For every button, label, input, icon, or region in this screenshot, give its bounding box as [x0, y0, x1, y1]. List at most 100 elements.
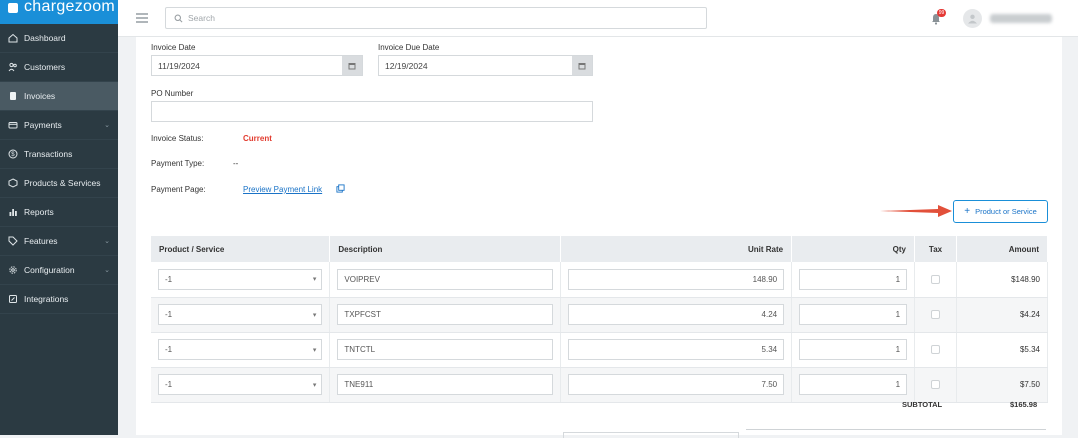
product-select-value: -1	[165, 345, 173, 354]
qty-input[interactable]: 1	[799, 374, 908, 395]
sidebar-item-label: Customers	[24, 62, 66, 72]
invoice-date-input[interactable]: 11/19/2024	[151, 55, 363, 76]
qty-input[interactable]: 1	[799, 268, 908, 290]
description-value: VOIPREV	[344, 274, 380, 284]
tax-checkbox[interactable]	[931, 345, 940, 354]
sidebar-item-label: Features	[24, 236, 58, 246]
description-input[interactable]: VOIPREV	[337, 268, 554, 290]
sidebar-item-integrations[interactable]: Integrations	[0, 285, 118, 314]
sidebar-item-products-services[interactable]: Products & Services	[0, 169, 118, 198]
sidebar-item-invoices[interactable]: Invoices	[0, 82, 118, 111]
search-icon	[174, 14, 183, 22]
product-select-value: -1	[165, 274, 173, 284]
qty-input[interactable]: 1	[799, 339, 908, 360]
description-input[interactable]: TNE911	[337, 374, 554, 395]
column-header-tax: Tax	[914, 236, 957, 262]
table-row: -1 VOIPREV 148.90 1 $148.90	[151, 262, 1048, 298]
preview-payment-link[interactable]: Preview Payment Link	[243, 185, 322, 194]
invoice-date-label: Invoice Date	[151, 43, 196, 52]
invoice-status-label: Invoice Status:	[151, 134, 204, 143]
chevron-down-icon: ⌄	[104, 238, 110, 245]
chart-icon	[8, 207, 18, 217]
due-date-value: 12/19/2024	[385, 60, 428, 71]
description-input[interactable]: TNTCTL	[337, 339, 554, 360]
sidebar-item-label: Payments	[24, 120, 62, 130]
subtotal-label: SUBTOTAL	[902, 400, 943, 409]
sidebar-item-label: Invoices	[24, 91, 56, 101]
product-select[interactable]: -1	[158, 268, 323, 290]
column-header-qty: Qty	[791, 236, 916, 262]
sidebar-item-customers[interactable]: Customers	[0, 53, 118, 82]
po-number-input[interactable]	[151, 101, 593, 122]
invoice-icon	[8, 91, 18, 101]
table-header-row: Product / Service Description Unit Rate …	[151, 236, 1048, 262]
copy-icon[interactable]	[336, 184, 345, 195]
po-number-label: PO Number	[151, 89, 194, 98]
users-icon	[8, 62, 18, 72]
menu-icon[interactable]	[136, 13, 148, 23]
card-icon	[8, 120, 18, 130]
amount-cell: $148.90	[956, 262, 1048, 298]
invoice-status-value: Current	[243, 134, 272, 143]
user-name-blurred[interactable]	[990, 14, 1052, 23]
red-arrow-annotation	[880, 205, 952, 217]
brand-logo[interactable]: chargezoom	[0, 0, 118, 24]
qty-input[interactable]: 1	[799, 304, 908, 325]
product-select[interactable]: -1	[158, 304, 323, 325]
gear-icon	[8, 265, 18, 275]
sidebar-item-label: Integrations	[24, 294, 69, 304]
amount-cell: $4.24	[956, 297, 1048, 333]
calendar-icon[interactable]	[572, 56, 592, 75]
divider	[746, 429, 1046, 430]
invoice-date-value: 11/19/2024	[158, 60, 200, 71]
subtotal-value: $165.98	[1010, 400, 1038, 409]
tax-checkbox[interactable]	[931, 274, 940, 284]
sidebar-item-payments[interactable]: Payments ⌄	[0, 111, 118, 140]
sidebar-item-dashboard[interactable]: Dashboard	[0, 24, 118, 53]
column-header-amount: Amount	[956, 236, 1048, 262]
calendar-icon[interactable]	[342, 56, 362, 75]
sidebar-item-label: Dashboard	[24, 33, 66, 43]
unit-rate-value: 7.50	[761, 380, 778, 389]
amount-cell: $7.50	[956, 367, 1048, 403]
product-select[interactable]: -1	[158, 339, 323, 360]
add-product-or-service-button[interactable]: + Product or Service	[953, 200, 1048, 223]
unit-rate-input[interactable]: 5.34	[568, 339, 785, 360]
product-select-value: -1	[165, 310, 173, 319]
sidebar-item-reports[interactable]: Reports	[0, 198, 118, 227]
plus-icon: +	[964, 206, 971, 217]
description-input[interactable]: TXPFCST	[337, 304, 554, 325]
unit-rate-input[interactable]: 148.90	[568, 268, 785, 290]
partial-input[interactable]	[563, 432, 739, 438]
product-select[interactable]: -1	[158, 374, 323, 395]
notification-bell[interactable]: 99	[931, 9, 946, 30]
tax-checkbox[interactable]	[931, 380, 940, 389]
due-date-input[interactable]: 12/19/2024	[378, 55, 593, 76]
qty-value: 1	[895, 274, 901, 284]
home-icon	[8, 33, 18, 43]
notification-badge: 99	[937, 9, 946, 17]
search-input[interactable]: Search	[165, 7, 707, 29]
sidebar-item-configuration[interactable]: Configuration ⌄	[0, 256, 118, 285]
sidebar-item-label: Products & Services	[24, 178, 101, 188]
chevron-down-icon: ⌄	[104, 267, 110, 274]
unit-rate-input[interactable]: 7.50	[568, 374, 785, 395]
unit-rate-value: 5.34	[761, 345, 778, 354]
sidebar-item-label: Transactions	[24, 149, 73, 159]
qty-value: 1	[895, 345, 901, 354]
tag-icon	[8, 236, 18, 246]
sidebar-item-transactions[interactable]: $ Transactions	[0, 140, 118, 169]
tax-checkbox[interactable]	[931, 310, 940, 319]
column-header-description: Description	[329, 236, 562, 262]
sidebar-item-label: Configuration	[24, 265, 75, 275]
top-bar: Search 99	[118, 0, 1078, 37]
search-placeholder: Search	[188, 13, 215, 23]
avatar[interactable]	[963, 9, 982, 28]
qty-value: 1	[895, 310, 901, 319]
description-value: TXPFCST	[344, 310, 381, 319]
sidebar-item-features[interactable]: Features ⌄	[0, 227, 118, 256]
plug-icon	[8, 294, 18, 304]
unit-rate-input[interactable]: 4.24	[568, 304, 785, 325]
sidebar-item-label: Reports	[24, 207, 54, 217]
add-product-or-service-label: Product or Service	[975, 207, 1037, 216]
